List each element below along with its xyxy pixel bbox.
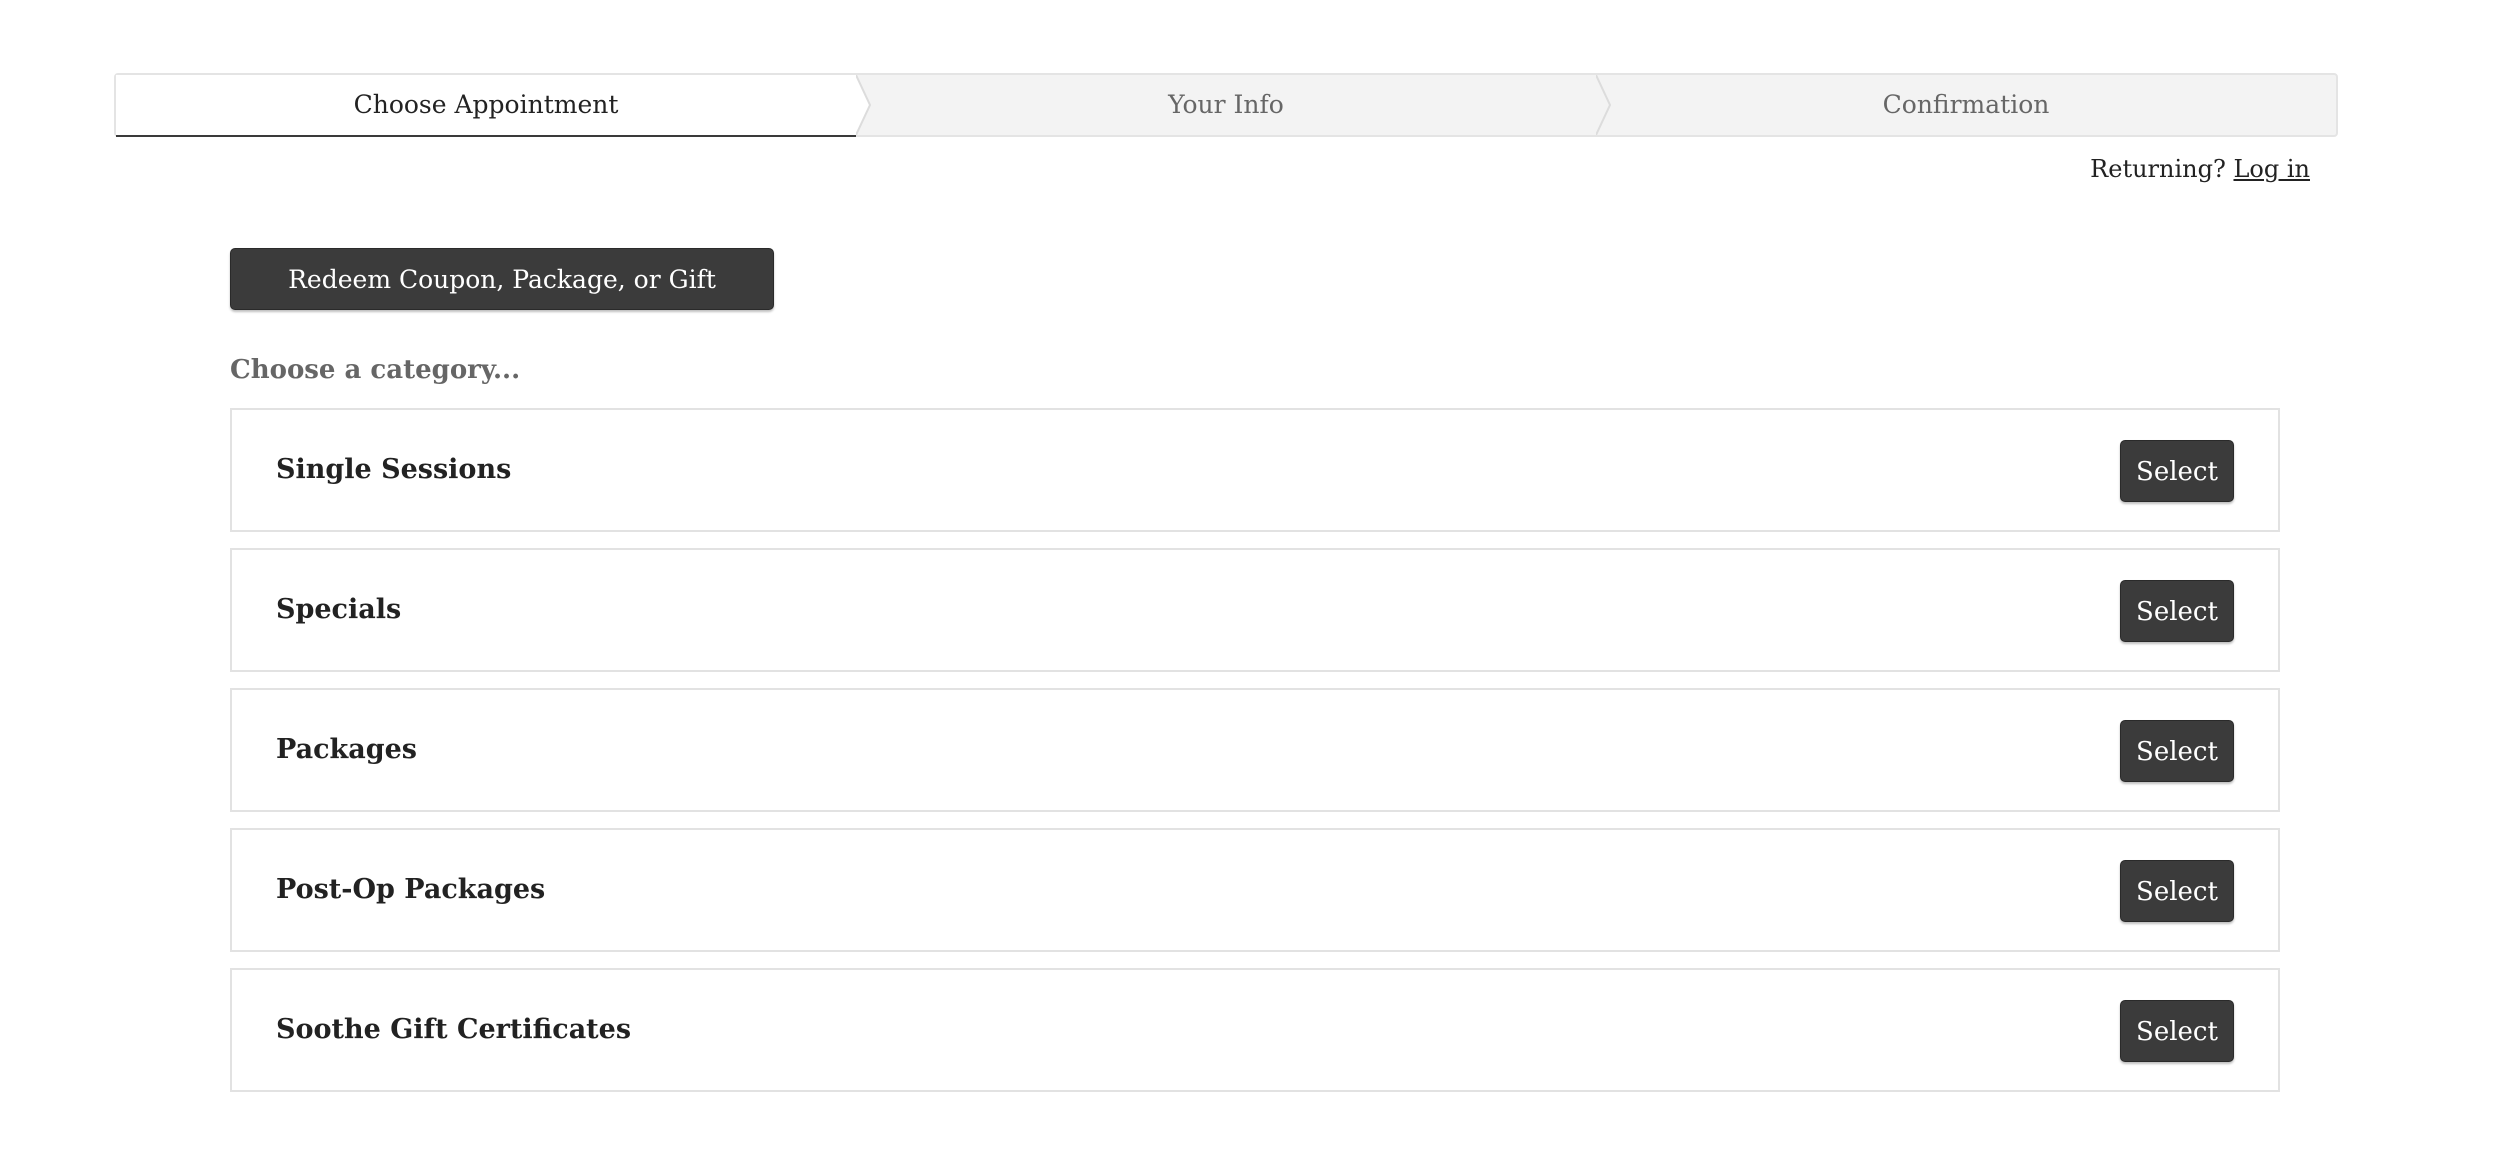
category-heading: Choose a category... (230, 355, 521, 385)
select-button[interactable]: Select (2120, 440, 2234, 502)
select-button[interactable]: Select (2120, 720, 2234, 782)
log-in-link[interactable]: Log in (2233, 155, 2310, 183)
category-row-single-sessions: Single Sessions Select (230, 408, 2280, 532)
returning-login-prompt: Returning? Log in (2090, 155, 2310, 183)
step-progress-bar: Choose Appointment Your Info Confirmatio… (114, 73, 2338, 137)
returning-label: Returning? (2090, 155, 2226, 183)
category-row-post-op-packages: Post-Op Packages Select (230, 828, 2280, 952)
category-row-specials: Specials Select (230, 548, 2280, 672)
step-choose-appointment[interactable]: Choose Appointment (116, 75, 856, 135)
active-step-indicator (116, 135, 856, 137)
chevron-separator-icon (1596, 75, 1612, 135)
step-label: Choose Appointment (353, 90, 619, 119)
select-button[interactable]: Select (2120, 1000, 2234, 1062)
category-name: Packages (276, 734, 417, 765)
step-confirmation[interactable]: Confirmation (1596, 75, 2336, 135)
category-name: Single Sessions (276, 454, 512, 485)
category-list: Single Sessions Select Specials Select P… (230, 408, 2280, 1108)
category-name: Post-Op Packages (276, 874, 546, 905)
category-row-packages: Packages Select (230, 688, 2280, 812)
category-row-soothe-gift-certificates: Soothe Gift Certificates Select (230, 968, 2280, 1092)
chevron-separator-icon (856, 75, 872, 135)
category-name: Soothe Gift Certificates (276, 1014, 632, 1045)
step-label: Your Info (1168, 90, 1284, 119)
select-button[interactable]: Select (2120, 580, 2234, 642)
select-button[interactable]: Select (2120, 860, 2234, 922)
category-name: Specials (276, 594, 402, 625)
redeem-coupon-button[interactable]: Redeem Coupon, Package, or Gift Certific… (230, 248, 774, 354)
step-your-info[interactable]: Your Info (856, 75, 1596, 135)
step-label: Confirmation (1882, 90, 2050, 119)
